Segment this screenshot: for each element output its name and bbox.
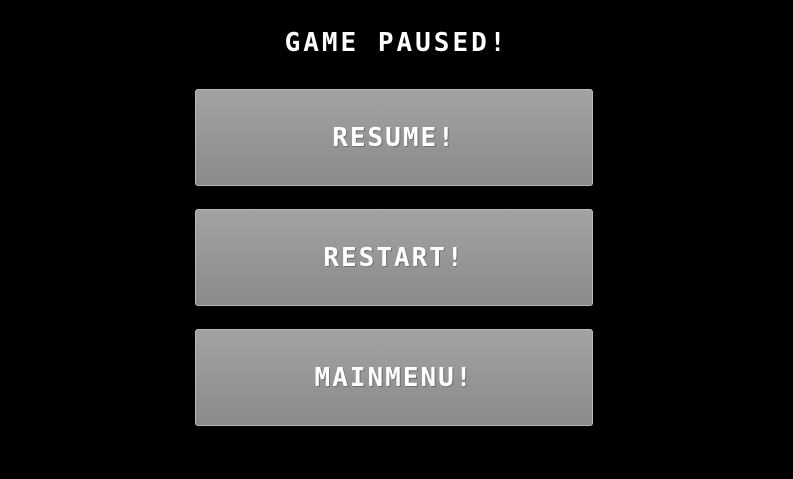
resume-button-label: RESUME!	[332, 122, 456, 153]
main-menu-button-label: MAINMENU!	[314, 362, 474, 393]
pause-screen: GAME PAUSED! RESUME! RESTART! MAINMENU!	[0, 0, 793, 479]
pause-title: GAME PAUSED!	[284, 28, 509, 58]
restart-button-label: RESTART!	[323, 242, 465, 273]
main-menu-button[interactable]: MAINMENU!	[195, 329, 593, 426]
resume-button[interactable]: RESUME!	[195, 89, 593, 186]
restart-button[interactable]: RESTART!	[195, 209, 593, 306]
